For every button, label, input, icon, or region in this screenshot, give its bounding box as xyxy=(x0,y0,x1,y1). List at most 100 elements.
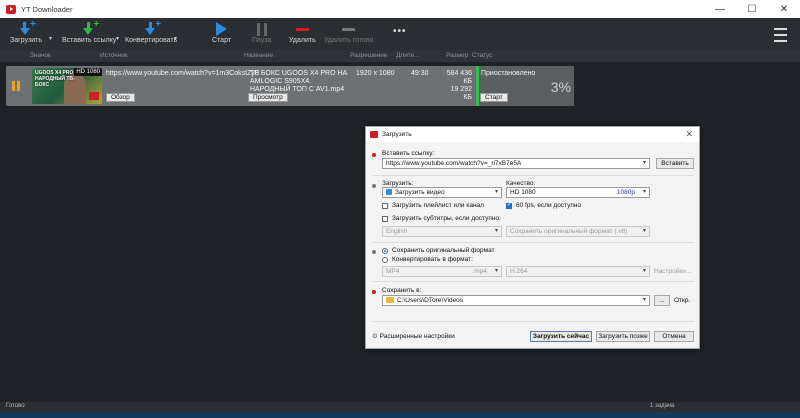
url-input[interactable]: https://www.youtube.com/watch?v=_ri7xB7e… xyxy=(382,158,650,169)
download-type-value: Загрузить видео xyxy=(395,189,445,196)
download-button[interactable]: + Загрузить xyxy=(10,19,42,44)
delete-done-label: Удалить готово xyxy=(324,37,374,44)
convert-format-select[interactable]: MP4 .mp4 ▾ xyxy=(382,266,502,277)
preview-button[interactable]: Просмотр xyxy=(248,93,288,102)
minus-icon xyxy=(295,27,309,31)
item-size-done: 584 436 КБ xyxy=(446,70,472,85)
maximize-button[interactable]: ☐ xyxy=(736,0,768,18)
thumbnail-resolution: HD 1080 xyxy=(74,68,102,76)
col-icon[interactable]: Значок xyxy=(30,52,51,59)
convert-label: Конвертировать xyxy=(125,37,178,44)
required-dot-icon xyxy=(372,153,376,157)
paste-dropdown-chevron-icon[interactable]: ▾ xyxy=(116,21,119,42)
col-status[interactable]: Статус xyxy=(472,52,493,59)
save-to-label: Сохранить в: xyxy=(382,287,422,294)
codec-select[interactable]: H.264 ▾ xyxy=(506,266,650,277)
minimize-button[interactable]: — xyxy=(704,0,736,18)
playlist-label: Загрузить плейлист или канал xyxy=(392,202,484,209)
quality-value: HD 1080 xyxy=(510,189,536,196)
list-header: Значок Источник Название Разрешение Длит… xyxy=(0,50,800,62)
toolbar: + Загрузить ▾ + Вставить ссылку ▾ + Конв… xyxy=(0,18,800,50)
download-row[interactable]: UGOOS X4 PRO НАРОДНЫЙ ТВ-БОКС HD 1080 ht… xyxy=(6,66,574,106)
fps60-label: 60 fps, если доступно xyxy=(516,202,582,209)
download-later-button[interactable]: Загрузить позже xyxy=(596,331,650,342)
item-status-cell: Приостановлено Старт 3% xyxy=(476,66,574,106)
item-start-button[interactable]: Старт xyxy=(480,93,508,102)
paste-button[interactable]: Вставить xyxy=(656,158,694,169)
status-bar: Готово 1 задача xyxy=(0,402,800,412)
video-thumbnail: UGOOS X4 PRO НАРОДНЫЙ ТВ-БОКС HD 1080 xyxy=(32,68,102,104)
col-name[interactable]: Название xyxy=(244,52,273,59)
save-path-value: C:\Users\DTore\Videos xyxy=(397,297,463,304)
convert-format-value: MP4 xyxy=(386,268,400,275)
download-plus-icon: + xyxy=(18,19,36,36)
paste-link-label: Вставить ссылку xyxy=(62,37,117,44)
taskbar xyxy=(0,412,800,418)
pause-item-icon[interactable] xyxy=(12,81,20,91)
dialog-title-bar: Загрузить ✕ xyxy=(366,127,699,142)
close-button[interactable]: ✕ xyxy=(768,0,800,18)
advanced-settings-label: Расширенные настройки xyxy=(379,333,455,340)
minus-gray-icon xyxy=(342,27,356,31)
convert-format-label: Конвертировать в формат: xyxy=(392,256,473,263)
delete-done-button[interactable]: Удалить готово xyxy=(324,21,373,44)
col-resolution[interactable]: Разрешение xyxy=(350,52,388,59)
more-icon[interactable]: ••• xyxy=(393,26,407,37)
paste-link-button[interactable]: + Вставить ссылку xyxy=(62,19,117,44)
folder-icon xyxy=(386,297,394,304)
start-button[interactable]: Старт xyxy=(212,21,231,44)
subtitles-format-select[interactable]: Сохранить оригинальный формат (.vtt) ▾ xyxy=(506,226,650,237)
item-resolution: 1920 x 1080 xyxy=(356,70,395,77)
paste-link-label: Вставить ссылку: xyxy=(382,150,435,157)
subtitles-checkbox[interactable] xyxy=(382,216,388,222)
paste-link-plus-icon: + xyxy=(81,19,99,36)
app-logo-icon xyxy=(6,4,16,14)
item-duration: 49:30 xyxy=(411,70,429,77)
item-status: Приостановлено xyxy=(481,70,536,77)
subtitles-language-value: English xyxy=(386,228,408,235)
quality-select[interactable]: HD 1080 1080p ▾ xyxy=(506,187,650,198)
browse-button[interactable]: Обзор xyxy=(106,93,135,102)
thumbnail-badge-icon xyxy=(89,92,99,100)
playlist-checkbox[interactable] xyxy=(382,203,388,209)
item-percent: 3% xyxy=(550,79,571,95)
dialog-close-icon[interactable]: ✕ xyxy=(685,129,693,140)
download-dropdown-chevron-icon[interactable]: ▾ xyxy=(49,21,52,42)
play-icon xyxy=(216,22,228,36)
download-type-select[interactable]: Загрузить видео ▾ xyxy=(382,187,502,198)
status-right: 1 задача xyxy=(650,403,675,409)
browse-path-button[interactable]: ... xyxy=(654,295,670,306)
thumbnail-caption: UGOOS X4 PRO НАРОДНЫЙ ТВ-БОКС xyxy=(35,70,75,88)
convert-button[interactable]: + Конвертировать xyxy=(125,19,178,44)
keep-format-radio[interactable] xyxy=(382,248,388,254)
col-duration[interactable]: Длите... xyxy=(396,52,420,59)
item-url: https://www.youtube.com/watch?v=1m3Cokst… xyxy=(106,70,260,77)
convert-format-radio[interactable] xyxy=(382,257,388,263)
quality-label: Качество: xyxy=(506,180,536,187)
download-type-label: Загрузить: xyxy=(382,180,414,187)
open-folder-link[interactable]: Откр. xyxy=(674,297,690,304)
item-filename: ТВ БОКС UGOOS X4 PRO НА AMLOGIC S905X4. … xyxy=(250,70,348,93)
pause-button[interactable]: Пауза xyxy=(252,21,271,44)
fps60-checkbox[interactable] xyxy=(506,201,512,209)
start-label: Старт xyxy=(212,37,232,44)
save-path-select[interactable]: C:\Users\DTore\Videos ▾ xyxy=(382,295,650,306)
menu-hamburger-icon[interactable] xyxy=(774,26,787,44)
save-dot-icon xyxy=(372,290,376,294)
col-size[interactable]: Размер xyxy=(446,52,468,59)
delete-button[interactable]: Удалить xyxy=(289,21,316,44)
convert-ext-value: .mp4 xyxy=(472,268,487,275)
advanced-settings-link[interactable]: ⚙ Расширенные настройки xyxy=(372,332,455,340)
download-dialog: Загрузить ✕ Вставить ссылку: https://www… xyxy=(365,126,700,349)
settings-gear-icon: ⚙ xyxy=(372,333,380,340)
format-dot-icon xyxy=(372,250,376,254)
cancel-button[interactable]: Отмена xyxy=(654,331,694,342)
status-left: Готово xyxy=(6,403,25,409)
item-size: 584 436 КБ 19 292 КБ xyxy=(442,70,472,102)
convert-dropdown-chevron-icon[interactable]: ▾ xyxy=(174,21,177,42)
subtitles-language-select[interactable]: English ▾ xyxy=(382,226,502,237)
section-dot-icon xyxy=(372,184,376,188)
convert-settings-link[interactable]: Настройки... xyxy=(654,268,691,275)
col-source[interactable]: Источник xyxy=(100,52,128,59)
download-now-button[interactable]: Загрузить сейчас xyxy=(530,331,592,342)
